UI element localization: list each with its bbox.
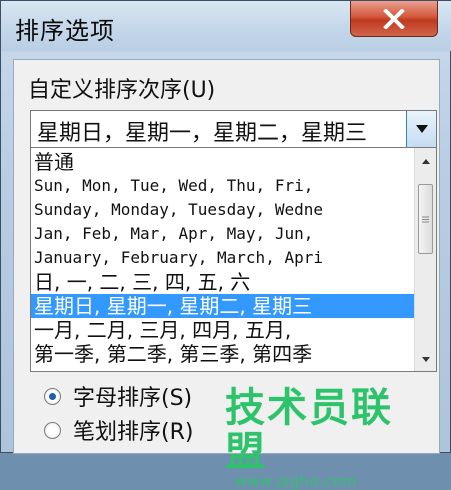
list-item[interactable]: January, February, March, Apri — [31, 246, 414, 270]
grip-icon — [422, 216, 429, 222]
radio-button[interactable] — [44, 387, 61, 405]
chevron-down-icon — [415, 125, 428, 133]
list-item[interactable]: Jan, Feb, Mar, Apr, May, Jun, — [31, 222, 414, 246]
watermark-text: 技术员联盟 — [225, 385, 393, 475]
scroll-thumb[interactable] — [418, 184, 433, 254]
title-bar[interactable]: 排序选项 — [1, 1, 451, 51]
radio-label: 字母排序(S) — [73, 386, 193, 411]
custom-order-listbox[interactable]: 普通 Sun, Mon, Tue, Wed, Thu, Fri, Sunday,… — [30, 148, 437, 372]
chevron-down-icon — [422, 356, 430, 362]
chevron-up-icon — [422, 158, 430, 164]
close-button[interactable] — [350, 1, 438, 37]
list-item[interactable]: 一月, 二月, 三月, 四月, 五月, — [31, 318, 414, 342]
list-item[interactable]: 普通 — [31, 150, 414, 174]
watermark-url: www.jsgho.com — [235, 474, 358, 490]
custom-order-label: 自定义排序次序(U) — [28, 78, 216, 103]
radio-stroke-sort[interactable]: 笔划排序(R) — [44, 415, 193, 445]
radio-alphabetic-sort[interactable]: 字母排序(S) — [44, 381, 192, 411]
list-item[interactable]: 第一季, 第二季, 第三季, 第四季 — [31, 342, 414, 366]
custom-order-combobox[interactable]: 星期日，星期一，星期二，星期三 — [30, 110, 437, 148]
list-item[interactable]: 日, 一, 二, 三, 四, 五, 六 — [31, 270, 414, 294]
sort-options-dialog: 排序选项 自定义排序次序(U) 星期日，星期一，星期二，星期三 普通 Sun, … — [0, 0, 451, 490]
scroll-up-button[interactable] — [415, 150, 436, 172]
list-item[interactable]: Sunday, Monday, Tuesday, Wedne — [31, 198, 414, 222]
close-icon — [383, 8, 405, 29]
list-items-container: 普通 Sun, Mon, Tue, Wed, Thu, Fri, Sunday,… — [31, 150, 414, 366]
scroll-down-button[interactable] — [415, 348, 436, 370]
radio-label: 笔划排序(R) — [73, 420, 194, 445]
combobox-selected-value: 星期日，星期一，星期二，星期三 — [37, 121, 368, 145]
dialog-title: 排序选项 — [15, 17, 115, 45]
list-item-selected[interactable]: 星期日, 星期一, 星期二, 星期三 — [31, 294, 414, 318]
watermark-logo: 技术员联盟 www.jsgho.com — [225, 386, 415, 490]
list-item[interactable]: Sun, Mon, Tue, Wed, Thu, Fri, — [31, 174, 414, 198]
dropdown-button[interactable] — [406, 111, 436, 147]
radio-button[interactable] — [44, 421, 61, 439]
vertical-scrollbar[interactable] — [414, 148, 436, 371]
